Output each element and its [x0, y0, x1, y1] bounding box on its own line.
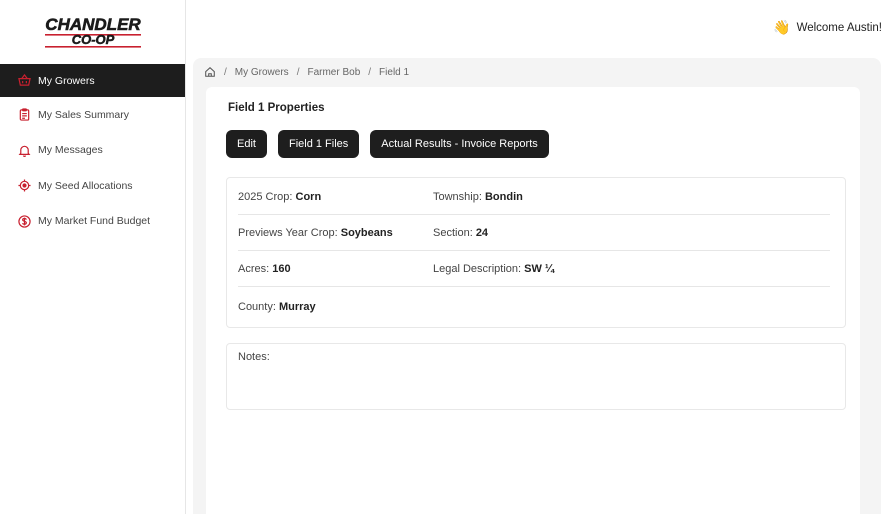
properties-row: Acres: 160 Legal Description: SW ¼	[238, 251, 830, 287]
sidebar-item-my-market-fund-budget[interactable]: My Market Fund Budget	[0, 204, 185, 240]
sidebar-item-my-seed-allocations[interactable]: My Seed Allocations	[0, 168, 185, 204]
properties-row: Previews Year Crop: Soybeans Section: 24	[238, 215, 830, 251]
sidebar-item-label: My Sales Summary	[38, 108, 130, 121]
crop-value: Corn	[295, 190, 322, 203]
breadcrumb-separator: /	[368, 66, 372, 78]
sidebar-item-label: My Growers	[38, 74, 95, 87]
sidebar-item-my-messages[interactable]: My Messages	[0, 133, 185, 169]
township-label: Township:	[433, 190, 482, 203]
waving-hand-icon: 👋	[773, 19, 791, 35]
legal-description-value: SW ¼	[524, 262, 555, 275]
sidebar-item-label: My Seed Allocations	[38, 179, 133, 192]
breadcrumb: / My Growers / Farmer Bob / Field 1	[204, 66, 409, 78]
bell-icon	[17, 143, 31, 157]
county-label: County:	[238, 301, 276, 313]
previous-crop-label: Previews Year Crop:	[238, 226, 338, 239]
breadcrumb-separator: /	[296, 66, 300, 78]
notes-label: Notes:	[238, 351, 270, 363]
sidebar-item-label: My Market Fund Budget	[38, 215, 151, 228]
sidebar-nav: My Growers My Sales Summary My Messages …	[0, 64, 185, 239]
crop-label: 2025 Crop:	[238, 190, 293, 203]
main-panel: / My Growers / Farmer Bob / Field 1 Fiel…	[193, 58, 881, 514]
section-label: Section:	[433, 226, 473, 239]
previous-crop-property: Previews Year Crop: Soybeans	[238, 227, 433, 239]
breadcrumb-separator: /	[224, 66, 227, 78]
legal-description-property: Legal Description: SW ¼	[433, 263, 628, 275]
page-title: Field 1 Properties	[228, 102, 325, 114]
sidebar: CHANDLER CO-OP My Growers My Sales Summa…	[0, 0, 186, 514]
previous-crop-value: Soybeans	[340, 226, 393, 239]
crop-property: 2025 Crop: Corn	[238, 191, 433, 203]
svg-text:CO-OP: CO-OP	[71, 32, 114, 47]
welcome-text: Welcome Austin!	[796, 21, 882, 34]
breadcrumb-my-growers[interactable]: My Growers	[235, 67, 289, 78]
home-icon[interactable]	[204, 66, 216, 78]
clipboard-icon	[17, 108, 31, 122]
acres-label: Acres:	[238, 262, 270, 275]
breadcrumb-field-1: Field 1	[379, 66, 410, 78]
county-value: Murray	[278, 301, 316, 313]
field-files-button[interactable]: Field 1 Files	[277, 130, 360, 158]
properties-row: County: Murray	[238, 289, 830, 325]
sidebar-item-label: My Messages	[38, 144, 103, 157]
sidebar-item-my-sales-summary[interactable]: My Sales Summary	[0, 97, 185, 133]
legal-description-label: Legal Description:	[433, 262, 522, 275]
sidebar-item-my-growers[interactable]: My Growers	[0, 64, 185, 97]
section-property: Section: 24	[433, 227, 628, 239]
action-buttons: Edit Field 1 Files Actual Results - Invo…	[226, 130, 560, 158]
section-value: 24	[475, 226, 489, 239]
acres-property: Acres: 160	[238, 263, 433, 275]
field-properties-card: Field 1 Properties Edit Field 1 Files Ac…	[206, 87, 860, 514]
target-icon	[17, 179, 31, 193]
welcome-greeting: 👋 Welcome Austin!	[773, 19, 882, 36]
basket-icon	[17, 74, 31, 88]
invoice-reports-button[interactable]: Actual Results - Invoice Reports	[370, 130, 549, 158]
dollar-icon	[17, 214, 31, 228]
properties-row: 2025 Crop: Corn Township: Bondin	[238, 179, 830, 215]
township-property: Township: Bondin	[433, 191, 628, 203]
notes-field[interactable]: Notes:	[226, 343, 846, 410]
acres-value: 160	[272, 262, 291, 275]
county-property: County: Murray	[238, 301, 433, 313]
chandler-coop-logo[interactable]: CHANDLER CO-OP	[0, 0, 185, 64]
breadcrumb-farmer-bob[interactable]: Farmer Bob	[307, 67, 360, 78]
properties-table: 2025 Crop: Corn Township: Bondin Preview…	[226, 177, 846, 328]
edit-button[interactable]: Edit	[226, 130, 267, 158]
township-value: Bondin	[484, 190, 523, 203]
